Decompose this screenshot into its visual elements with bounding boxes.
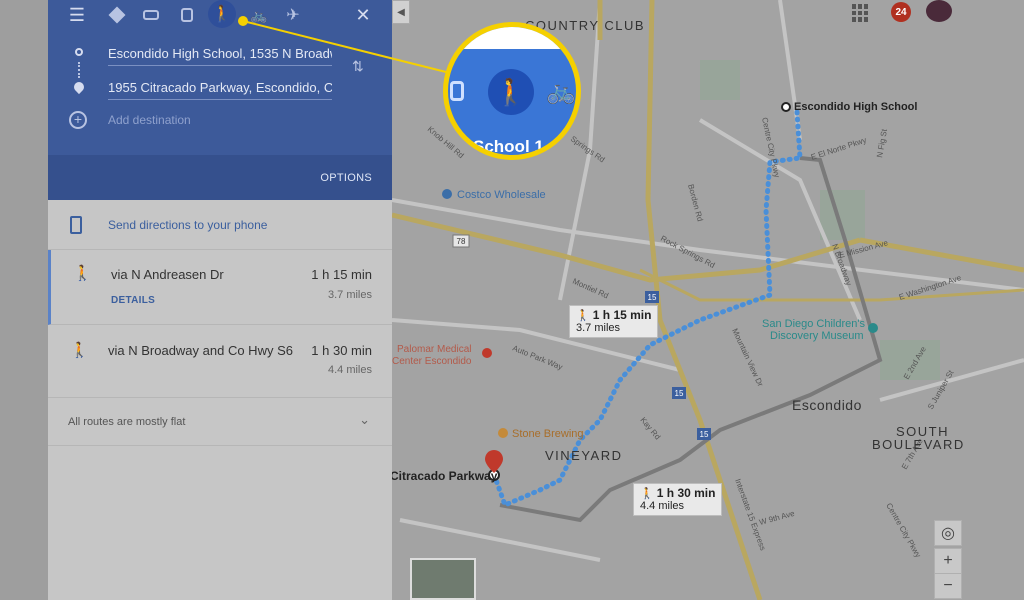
- close-icon: ✕: [355, 4, 371, 25]
- route-details-link[interactable]: DETAILS: [111, 295, 155, 306]
- my-location-button[interactable]: ◎: [934, 520, 962, 546]
- directions-panel: ☰ 🚶 🚲 ✈ ✕ ⇅ + Add destination OPTIONS Se…: [48, 0, 392, 600]
- walking-icon: 🚶: [73, 265, 92, 282]
- route-time: 1 h 30 min: [311, 343, 372, 358]
- zoom-out-button[interactable]: −: [934, 573, 962, 599]
- apps-grid-icon[interactable]: [852, 4, 870, 22]
- notifications-badge[interactable]: 24: [891, 2, 911, 22]
- origin-label: Escondido High School: [794, 101, 918, 113]
- phone-send-icon: [70, 216, 82, 234]
- poi-palomar-2: Center Escondido: [392, 356, 472, 367]
- menu-button[interactable]: ☰: [64, 2, 90, 28]
- route-option-1[interactable]: 🚶 via N Andreasen Dr 1 h 15 min 3.7 mile…: [48, 250, 392, 325]
- walking-icon: 🚶: [70, 342, 89, 359]
- walking-icon: 🚶: [488, 69, 534, 115]
- destination-input[interactable]: [108, 76, 332, 100]
- poi-sdcm-2: Discovery Museum: [770, 330, 864, 342]
- route-option-2[interactable]: 🚶 via N Broadway and Co Hwy S6 1 h 30 mi…: [48, 325, 392, 398]
- chevron-down-icon: ⌄: [359, 412, 370, 427]
- bus-icon: [181, 8, 193, 22]
- mode-walking[interactable]: 🚶: [208, 0, 236, 28]
- area-label-boulevard: BOULEVARD: [872, 437, 965, 452]
- route-notes[interactable]: All routes are mostly flat ⌄: [48, 398, 392, 446]
- magnified-text: School 1: [473, 137, 544, 156]
- origin-marker[interactable]: [781, 102, 791, 112]
- origin-input[interactable]: [108, 42, 332, 66]
- close-button[interactable]: ✕: [350, 2, 376, 28]
- directions-header: ☰ 🚶 🚲 ✈ ✕ ⇅ + Add destination OPTIONS: [48, 0, 392, 200]
- collapse-panel-button[interactable]: ◀: [392, 0, 410, 24]
- avatar[interactable]: [926, 0, 952, 22]
- destination-pin-icon: [71, 79, 87, 95]
- options-button[interactable]: OPTIONS: [320, 172, 372, 184]
- flat-note: All routes are mostly flat: [68, 416, 186, 428]
- walking-icon: 🚶: [212, 6, 232, 23]
- diamond-icon: [108, 6, 126, 24]
- callout-time: 1 h 30 min: [656, 486, 716, 500]
- poi-palomar: Palomar Medical: [397, 344, 472, 355]
- send-label: Send directions to your phone: [108, 218, 268, 232]
- poi-stone: Stone Brewing: [512, 428, 584, 440]
- zoom-magnifier: 🚶 🚲 School 1: [443, 22, 581, 160]
- route-callout-2[interactable]: 🚶 1 h 30 min 4.4 miles: [633, 483, 723, 516]
- mode-cycling[interactable]: 🚲: [246, 2, 272, 28]
- mode-flights[interactable]: ✈: [280, 2, 306, 28]
- destination-label: Citracado Parkway: [390, 469, 498, 483]
- route-via: via N Andreasen Dr: [111, 267, 224, 282]
- park-area: [700, 60, 740, 100]
- walking-icon: 🚶: [640, 488, 654, 500]
- highway-15-label: 15: [675, 389, 684, 398]
- swap-button[interactable]: ⇅: [352, 58, 364, 75]
- menu-icon: ☰: [68, 4, 86, 25]
- route-distance: 4.4 miles: [327, 364, 372, 376]
- satellite-toggle[interactable]: [410, 558, 476, 600]
- poi-costco: Costco Wholesale: [457, 189, 546, 201]
- origin-dot-icon: [75, 48, 83, 56]
- bicycle-icon: 🚲: [250, 6, 268, 23]
- route-time: 1 h 15 min: [311, 267, 372, 282]
- route-via: via N Broadway and Co Hwy S6: [108, 343, 293, 358]
- add-destination[interactable]: Add destination: [108, 113, 191, 127]
- route-dots: [78, 62, 80, 78]
- zoom-in-button[interactable]: +: [934, 548, 962, 574]
- app-stage: 78 15 15 15 E El Norte Pkwy N Fig St E M…: [0, 0, 1024, 600]
- city-label-escondido: Escondido: [792, 397, 862, 413]
- hospital-pin-icon: [482, 348, 492, 358]
- route-callout-1[interactable]: 🚶 1 h 15 min 3.7 miles: [569, 305, 659, 338]
- callout-distance: 3.7 miles: [576, 322, 621, 334]
- walking-icon: 🚶: [576, 310, 590, 322]
- route-distance: 3.7 miles: [327, 289, 372, 301]
- museum-pin-icon: [868, 323, 878, 333]
- highway-78-label: 78: [457, 237, 466, 246]
- mode-driving[interactable]: [138, 2, 164, 28]
- airplane-icon: ✈: [286, 7, 300, 24]
- car-icon: [143, 10, 159, 20]
- area-label-vineyard: VINEYARD: [545, 448, 623, 463]
- travel-mode-bar: ☰ 🚶 🚲 ✈ ✕: [48, 0, 392, 28]
- mode-transit[interactable]: [174, 2, 200, 28]
- costco-pin-icon: [442, 189, 452, 199]
- bicycle-icon: 🚲: [546, 78, 576, 105]
- poi-sdcm: San Diego Children's: [762, 318, 865, 330]
- mode-best-route[interactable]: [104, 2, 130, 28]
- send-to-phone[interactable]: Send directions to your phone: [48, 200, 392, 250]
- bus-icon: [450, 81, 464, 101]
- callout-time: 1 h 15 min: [592, 308, 652, 322]
- highway-15-label: 15: [648, 293, 657, 302]
- brewery-pin-icon: [498, 428, 508, 438]
- add-icon[interactable]: +: [69, 111, 87, 129]
- callout-distance: 4.4 miles: [640, 500, 685, 512]
- highway-15-label: 15: [700, 430, 709, 439]
